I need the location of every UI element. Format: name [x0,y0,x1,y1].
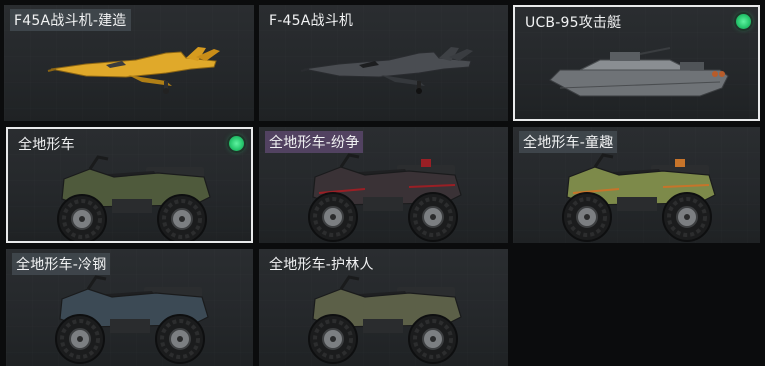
vehicle-card-atv-playful[interactable]: 全地形车-童趣 [513,127,760,243]
vehicle-card-f45a-build[interactable]: F45A战斗机-建造 [4,5,254,121]
card-label: 全地形车-护林人 [269,257,374,273]
card-label: F45A战斗机-建造 [10,9,131,31]
vehicle-card-atv-ranger[interactable]: 全地形车-护林人 [259,249,508,366]
vehicle-card-atv-cold-steel[interactable]: 全地形车-冷钢 [6,249,253,366]
card-label: 全地形车-纷争 [265,131,364,153]
card-label: F-45A战斗机 [269,13,354,29]
vehicle-card-f45a[interactable]: F-45A战斗机 [259,5,508,121]
card-label: 全地形车-冷钢 [12,253,111,275]
card-label: 全地形车 [18,137,75,153]
equipped-indicator-icon [736,14,751,29]
vehicle-card-atv-discord[interactable]: 全地形车-纷争 [259,127,508,243]
vehicle-card-ucb95[interactable]: UCB-95攻击艇 [513,5,760,121]
equipped-indicator-icon [229,136,244,151]
vehicle-card-atv[interactable]: 全地形车 [6,127,253,243]
card-label: UCB-95攻击艇 [525,15,622,31]
card-label: 全地形车-童趣 [519,131,618,153]
